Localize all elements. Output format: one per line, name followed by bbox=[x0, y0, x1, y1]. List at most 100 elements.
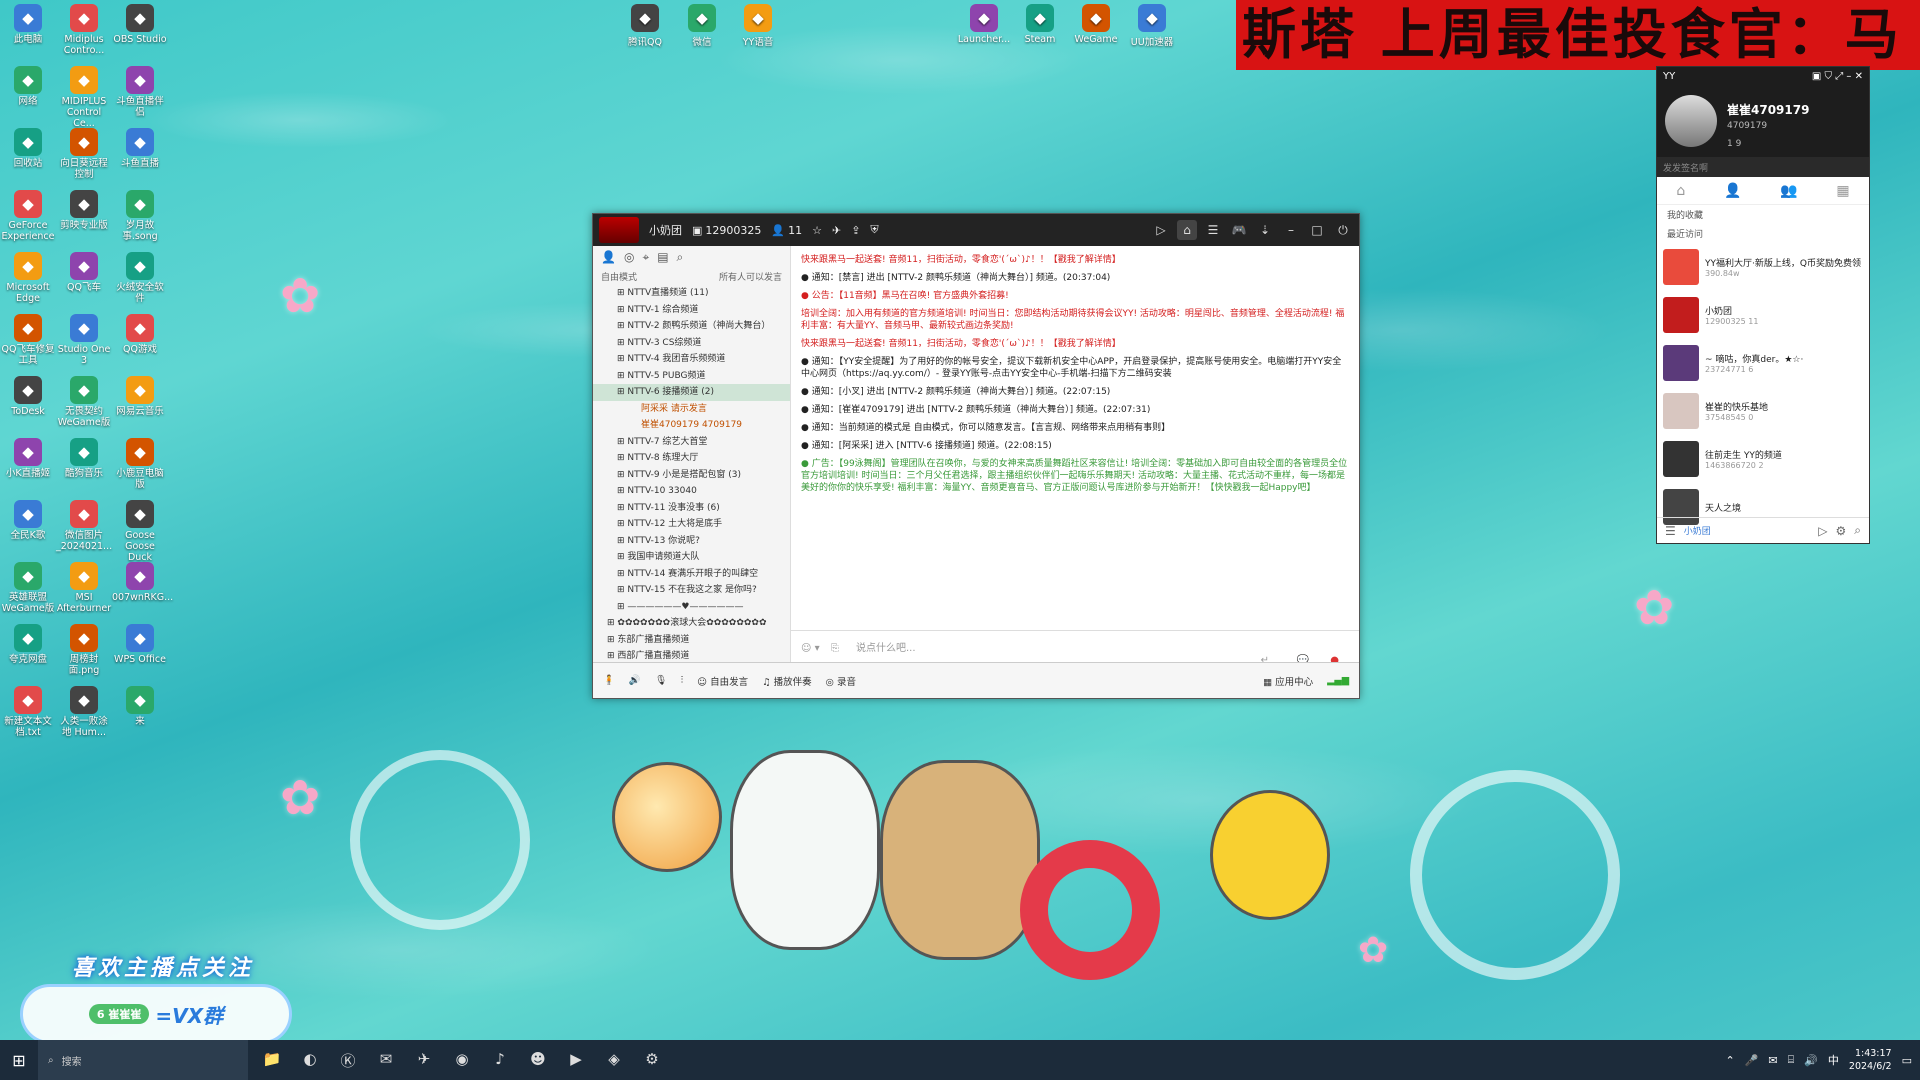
recent-item[interactable]: 往前走生 YY的频道 1463866720 2 bbox=[1657, 435, 1869, 483]
list-icon[interactable]: ☰ bbox=[1203, 220, 1223, 240]
speaker-icon[interactable]: 🔊 bbox=[629, 675, 641, 686]
recent-item[interactable]: ~ 嘀咕，你真der。★☆· 23724771 6 bbox=[1657, 339, 1869, 387]
desktop-icon[interactable]: ◆ 小鹿豆电脑版 bbox=[112, 434, 168, 490]
steam-icon[interactable]: ⚙ bbox=[640, 1050, 664, 1071]
channel-item[interactable]: ⊞ NTTV-2 颜鸭乐频道（神尚大舞台） bbox=[593, 318, 790, 335]
channel-item[interactable]: ⊞ 我国申请频道大队 bbox=[593, 549, 790, 566]
desktop-icon[interactable]: ◆ 来 bbox=[112, 682, 168, 727]
plane-app-icon[interactable]: ✈ bbox=[412, 1050, 436, 1071]
desktop-icon[interactable]: ◆ Steam bbox=[1010, 0, 1070, 45]
tray-wechat-icon[interactable]: ✉ bbox=[1768, 1054, 1777, 1067]
yy-main-window[interactable]: 小奶团 ▣ 12900325 👤 11 ☆ ✈ ⇪ ⛨ ▷ ⌂ ☰ 🎮 ⇣ – … bbox=[592, 213, 1360, 699]
desktop-icon[interactable]: ◆ 网易云音乐 bbox=[112, 372, 168, 417]
desktop-icon[interactable]: ◆ 向日葵远程控制 bbox=[56, 124, 112, 180]
desktop-icon[interactable]: ◆ QQ飞车修复工具 bbox=[0, 310, 56, 366]
app-center-button[interactable]: ▦ 应用中心 bbox=[1263, 674, 1313, 688]
notification-icon[interactable]: ▭ bbox=[1902, 1054, 1912, 1067]
channel-item[interactable]: ⊞ NTTV-15 不在我这之家 是你吗? bbox=[593, 582, 790, 599]
mini-search-icon[interactable]: ⌕ bbox=[1854, 523, 1861, 538]
minimize-button[interactable]: – bbox=[1281, 220, 1301, 240]
user-avatar[interactable] bbox=[1665, 95, 1717, 147]
tray-network-icon[interactable]: ⌸ bbox=[1788, 1053, 1795, 1067]
group-tab-icon[interactable]: 👥 bbox=[1780, 183, 1797, 199]
channel-item[interactable]: ⊞ NTTV-9 小是是搭配包窗 (3) bbox=[593, 467, 790, 484]
clock[interactable]: 1:43:17 2024/6/2 bbox=[1849, 1047, 1892, 1073]
desktop-icon[interactable]: ◆ 酷狗音乐 bbox=[56, 434, 112, 479]
shield-icon[interactable]: ⛨ bbox=[870, 223, 878, 237]
desktop-icon[interactable]: ◆ WeGame bbox=[1066, 0, 1126, 45]
yy-titlebar[interactable]: 小奶团 ▣ 12900325 👤 11 ☆ ✈ ⇪ ⛨ ▷ ⌂ ☰ 🎮 ⇣ – … bbox=[593, 214, 1359, 246]
download-icon[interactable]: ⇣ bbox=[1255, 220, 1275, 240]
desktop-icon[interactable]: ◆ 全民K歌 bbox=[0, 496, 56, 541]
channel-item[interactable]: ⊞ NTTV-1 综合频道 bbox=[593, 302, 790, 319]
record-button[interactable]: ◎ 录音 bbox=[826, 674, 856, 688]
desktop-icon[interactable]: ◆ 无畏契约 WeGame版 bbox=[56, 372, 112, 428]
screenshot-icon[interactable]: ⎘ bbox=[831, 643, 839, 654]
mini-foot-label[interactable]: 小奶团 bbox=[1684, 524, 1711, 537]
tray-volume-icon[interactable]: 🔊 bbox=[1804, 1054, 1818, 1067]
desktop-icon[interactable]: ◆ 夸克网盘 bbox=[0, 620, 56, 665]
chat-input[interactable]: ☺ ▾ ⎘ 说点什么吧... ↵ 💬 ● bbox=[791, 630, 1359, 666]
desktop-icon[interactable]: ◆ QQ飞车 bbox=[56, 248, 112, 293]
desktop-icon[interactable]: ◆ Microsoft Edge bbox=[0, 248, 56, 304]
mini-close-button[interactable]: ✕ bbox=[1855, 71, 1863, 82]
recent-item[interactable]: YY福利大厅·新版上线，Q币奖励免费领 390.84w bbox=[1657, 243, 1869, 291]
plane-icon[interactable]: ✈ bbox=[832, 224, 841, 237]
desktop-icon[interactable]: ◆ Launcher... bbox=[954, 0, 1014, 45]
desktop-icon[interactable]: ◆ UU加速器 bbox=[1122, 0, 1182, 48]
home-icon[interactable]: ⌂ bbox=[1177, 220, 1197, 240]
desktop-icon[interactable]: ◆ 小K直播姬 bbox=[0, 434, 56, 479]
recent-item[interactable]: 崔崔的快乐基地 37548545 0 bbox=[1657, 387, 1869, 435]
desktop-icon[interactable]: ◆ 新建文本文档.txt bbox=[0, 682, 56, 738]
shirt-icon[interactable]: ⛉ bbox=[1825, 71, 1833, 82]
recent-section[interactable]: 最近访问 bbox=[1657, 224, 1869, 243]
channel-item[interactable]: ⊞ ——————♥—————— bbox=[593, 599, 790, 616]
yy-icon[interactable]: ☻ bbox=[526, 1050, 550, 1071]
douyu-icon[interactable]: ▶ bbox=[564, 1050, 588, 1071]
search-icon[interactable]: ⌕ bbox=[677, 250, 684, 264]
channel-item[interactable]: ⊞ NTTV-10 33040 bbox=[593, 483, 790, 500]
notebook-icon[interactable]: ▤ bbox=[657, 250, 668, 264]
channel-item[interactable]: ⊞ 东部广播直播频道 bbox=[593, 632, 790, 649]
desktop-icon[interactable]: ◆ 微信图片_2024021... bbox=[56, 496, 112, 552]
favorite-star-icon[interactable]: ☆ bbox=[812, 224, 822, 237]
mixer-icon[interactable]: ⫶ bbox=[681, 675, 683, 686]
channel-user[interactable]: 崔崔4709179 4709179 bbox=[593, 417, 790, 434]
desktop-icon[interactable]: ◆ 微信 bbox=[672, 0, 732, 48]
desktop-icon[interactable]: ◆ 007wnRKG... bbox=[112, 558, 173, 603]
desktop-icon[interactable]: ◆ QQ游戏 bbox=[112, 310, 168, 355]
settings-icon[interactable]: ⚙ bbox=[1836, 524, 1847, 538]
tray-mic-icon[interactable]: 🎤 bbox=[1745, 1054, 1759, 1067]
taskbar-search[interactable]: ⌕ 搜索 bbox=[38, 1040, 248, 1080]
desktop-icon[interactable]: ◆ Goose Goose Duck bbox=[112, 496, 168, 563]
desktop-icon[interactable]: ◆ 此电脑 bbox=[0, 0, 56, 45]
menu-icon[interactable]: ☰ bbox=[1665, 524, 1676, 538]
desktop-icon[interactable]: ◆ 火绒安全软件 bbox=[112, 248, 168, 304]
channel-item[interactable]: ⊞ NTTV-4 我团音乐频频道 bbox=[593, 351, 790, 368]
free-speak-button[interactable]: ☺ 自由发言 bbox=[697, 674, 748, 688]
desktop-icon[interactable]: ◆ 斗鱼直播伴侣 bbox=[112, 62, 168, 118]
desktop-icon[interactable]: ◆ YY语音 bbox=[728, 0, 788, 48]
emoji-icon[interactable]: ☺ ▾ bbox=[801, 643, 820, 654]
favorites-section[interactable]: 我的收藏 bbox=[1657, 205, 1869, 224]
desktop-icon[interactable]: ◆ 剪映专业版 bbox=[56, 186, 112, 231]
gamepad-icon[interactable]: 🎮 bbox=[1229, 220, 1249, 240]
chat-icon[interactable]: ◎ bbox=[624, 250, 634, 264]
channel-user[interactable]: 阿采采 请示发言 bbox=[593, 401, 790, 418]
netease-icon[interactable]: ♪ bbox=[488, 1050, 512, 1071]
channel-item[interactable]: ⊞ NTTV-8 练理大厅 bbox=[593, 450, 790, 467]
desktop-icon[interactable]: ◆ MSI Afterburner bbox=[56, 558, 112, 614]
desktop-icon[interactable]: ◆ 网络 bbox=[0, 62, 56, 107]
mini-minimize-button[interactable]: – bbox=[1846, 71, 1851, 82]
desktop-icon[interactable]: ◆ 斗鱼直播 bbox=[112, 124, 168, 169]
desktop-icon[interactable]: ◆ ToDesk bbox=[0, 372, 56, 417]
music-button[interactable]: ♫ 播放伴奏 bbox=[762, 674, 812, 688]
home-tab-icon[interactable]: ⌂ bbox=[1676, 183, 1685, 199]
desktop-icon[interactable]: ◆ 岁月故事.song bbox=[112, 186, 168, 242]
desktop-icon[interactable]: ◆ 人类一败涂地 Hum... bbox=[56, 682, 112, 738]
avatar-icon[interactable]: 🧍 bbox=[603, 675, 615, 686]
desktop-icon[interactable]: ◆ GeForce Experience bbox=[0, 186, 56, 242]
channel-item[interactable]: ⊞ NTTV-14 赛满乐开眼子的叫肆空 bbox=[593, 566, 790, 583]
signature-field[interactable]: 发发签名啊 bbox=[1657, 157, 1869, 177]
video-icon[interactable]: ▷ bbox=[1151, 220, 1171, 240]
